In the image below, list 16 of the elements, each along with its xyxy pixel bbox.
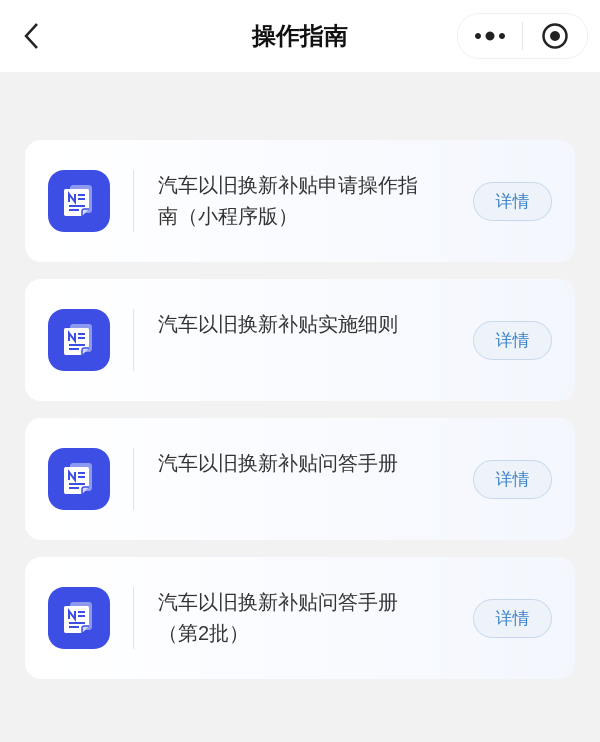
guide-title: 汽车以旧换新补贴实施细则 bbox=[158, 313, 399, 338]
document-icon bbox=[48, 587, 110, 649]
guide-title: 汽车以旧换新补贴问答手册 bbox=[158, 452, 399, 477]
guide-title: 汽车以旧换新补贴申请操作指南（小程序版） bbox=[158, 174, 419, 230]
detail-button[interactable]: 详情 bbox=[473, 460, 552, 498]
page-title: 操作指南 bbox=[252, 22, 348, 52]
document-icon bbox=[48, 309, 110, 371]
back-icon bbox=[22, 21, 40, 51]
more-icon bbox=[474, 31, 506, 41]
detail-button[interactable]: 详情 bbox=[473, 598, 552, 638]
guide-title: 汽车以旧换新补贴问答手册（第2批） bbox=[158, 591, 399, 647]
document-icon bbox=[48, 170, 110, 232]
detail-button[interactable]: 详情 bbox=[473, 320, 552, 360]
detail-button[interactable]: 详情 bbox=[473, 182, 552, 220]
target-icon bbox=[541, 22, 569, 50]
document-icon bbox=[48, 448, 110, 510]
